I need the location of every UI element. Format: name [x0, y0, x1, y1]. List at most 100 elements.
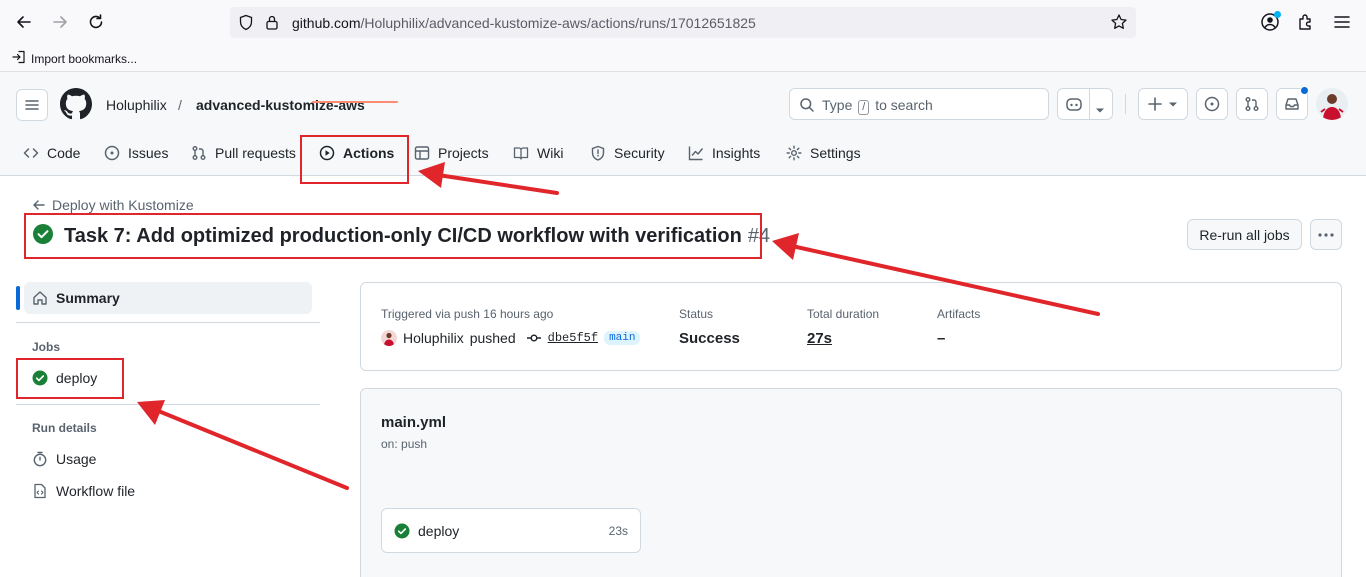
duration-value-text: 27s — [807, 330, 833, 347]
run-summary-card: Triggered via push 16 hours ago Holuphil… — [360, 282, 1342, 371]
user-avatar[interactable] — [1316, 88, 1348, 120]
address-bar[interactable]: github.com/Holuphilix/advanced-kustomize… — [230, 7, 1136, 38]
branch-label[interactable]: main — [604, 331, 641, 345]
tab-code[interactable]: Code — [23, 138, 80, 168]
kebab-horizontal-icon — [1318, 232, 1334, 237]
url-host: github.com — [292, 15, 361, 31]
rerun-all-jobs-button[interactable]: Re-run all jobs — [1187, 219, 1302, 250]
github-logo-icon[interactable] — [60, 88, 92, 125]
sidebar-usage-label: Usage — [56, 451, 97, 467]
code-icon — [23, 148, 39, 158]
actor-avatar[interactable] — [381, 330, 397, 346]
play-icon — [319, 145, 335, 161]
tab-pull-requests-label: Pull requests — [215, 145, 296, 161]
search-input[interactable]: Type / to search — [789, 88, 1049, 120]
copilot-icon[interactable] — [1065, 96, 1083, 117]
workflow-file-name: main.yml — [381, 414, 447, 431]
tab-security-label: Security — [614, 145, 665, 161]
tab-insights[interactable]: Insights — [688, 138, 760, 168]
sidebar-item-workflow-file[interactable]: Workflow file — [32, 483, 135, 499]
status-label: Status — [679, 307, 714, 321]
status-value-text: Success — [679, 330, 740, 347]
tab-issues-label: Issues — [128, 145, 169, 161]
app-menu-icon[interactable] — [1331, 11, 1353, 33]
account-status-dot — [1274, 11, 1281, 18]
bookmarks-toolbar: Import bookmarks... — [0, 44, 1366, 72]
duration-value[interactable]: 27s — [807, 330, 832, 347]
sidebar-job-label: deploy — [56, 370, 98, 386]
tab-code-label: Code — [47, 145, 81, 161]
notification-dot — [1300, 86, 1309, 95]
tracking-shield-icon[interactable] — [238, 14, 254, 36]
extensions-icon[interactable] — [1295, 11, 1317, 33]
url-text[interactable]: github.com/Holuphilix/advanced-kustomize… — [292, 15, 756, 31]
pull-requests-header-button[interactable] — [1236, 88, 1268, 120]
reload-icon[interactable] — [85, 11, 107, 33]
graph-job-deploy[interactable]: deploy 23s — [381, 508, 641, 553]
tab-wiki[interactable]: Wiki — [513, 138, 563, 168]
import-bookmarks-label: Import bookmarks... — [31, 51, 138, 66]
tab-actions[interactable]: Actions — [319, 138, 394, 168]
tab-insights-label: Insights — [712, 145, 761, 161]
sidebar-item-summary[interactable]: Summary — [24, 282, 312, 314]
header-divider — [1125, 94, 1126, 114]
back-link-label: Deploy with Kustomize — [52, 197, 194, 213]
hamburger-icon — [25, 100, 39, 110]
copilot-chevron-down-icon[interactable] — [1095, 101, 1105, 119]
tab-projects[interactable]: Projects — [414, 138, 489, 168]
tab-pull-requests[interactable]: Pull requests — [191, 138, 296, 168]
site-info-icon[interactable] — [264, 14, 280, 36]
create-new-button[interactable] — [1138, 88, 1188, 120]
duration-label: Total duration — [807, 307, 880, 321]
annotation-arrowhead-title — [772, 233, 799, 260]
search-placeholder-pre: Type — [822, 97, 853, 113]
more-options-button[interactable] — [1310, 219, 1342, 250]
tab-settings-label: Settings — [810, 145, 861, 161]
back-arrow-icon[interactable] — [13, 11, 35, 33]
import-bookmarks-link[interactable]: Import bookmarks... — [12, 50, 137, 67]
status-value: Success — [679, 330, 740, 347]
book-icon — [513, 147, 529, 160]
breadcrumb-separator: / — [178, 97, 182, 113]
tab-security[interactable]: Security — [590, 138, 665, 168]
check-circle-fill-icon — [394, 523, 410, 539]
copilot-button-group — [1057, 88, 1113, 120]
tab-settings[interactable]: Settings — [786, 138, 861, 168]
graph-job-name: deploy — [394, 523, 459, 539]
search-placeholder-post: to search — [875, 97, 933, 113]
repo-link[interactable]: advanced-kustomize-aws — [196, 97, 365, 113]
inbox-icon — [1285, 98, 1299, 110]
sidebar-item-usage[interactable]: Usage — [32, 451, 96, 467]
issues-header-button[interactable] — [1196, 88, 1228, 120]
actor-name[interactable]: Holuphilix — [403, 330, 464, 346]
chevron-down-icon — [1169, 102, 1177, 106]
gear-icon — [786, 145, 802, 161]
annotation-arrow-actions — [436, 173, 559, 195]
hamburger-menu-button[interactable] — [16, 89, 48, 121]
commit-sha-link[interactable]: dbe5f5f — [548, 331, 598, 345]
file-code-icon — [34, 483, 46, 499]
bookmark-star-icon[interactable] — [1110, 13, 1128, 36]
owner-link[interactable]: Holuphilix — [106, 97, 167, 113]
back-to-workflow-link[interactable]: Deploy with Kustomize — [32, 197, 194, 213]
git-pull-request-icon — [1245, 97, 1259, 111]
tab-issues[interactable]: Issues — [104, 138, 168, 168]
search-shortcut-key: / — [858, 100, 870, 115]
workflow-trigger: on: push — [381, 437, 428, 451]
home-icon — [33, 291, 47, 305]
run-title-text: Task 7: Add optimized production-only CI… — [64, 225, 770, 248]
browser-toolbar: github.com/Holuphilix/advanced-kustomize… — [0, 0, 1366, 44]
forward-arrow-icon[interactable] — [49, 11, 71, 33]
sidebar-summary-label: Summary — [56, 290, 120, 306]
plus-icon — [1148, 97, 1162, 111]
shield-icon — [591, 145, 605, 161]
import-icon — [12, 50, 26, 67]
artifacts-label: Artifacts — [937, 307, 981, 321]
tab-actions-label: Actions — [343, 145, 395, 161]
summary-active-indicator — [16, 286, 20, 310]
jobs-heading: Jobs — [32, 340, 61, 354]
account-icon[interactable] — [1259, 11, 1281, 33]
push-action: pushed — [469, 330, 516, 346]
sidebar-job-deploy[interactable]: deploy — [32, 370, 97, 386]
sidebar-workflow-file-label: Workflow file — [56, 483, 136, 499]
